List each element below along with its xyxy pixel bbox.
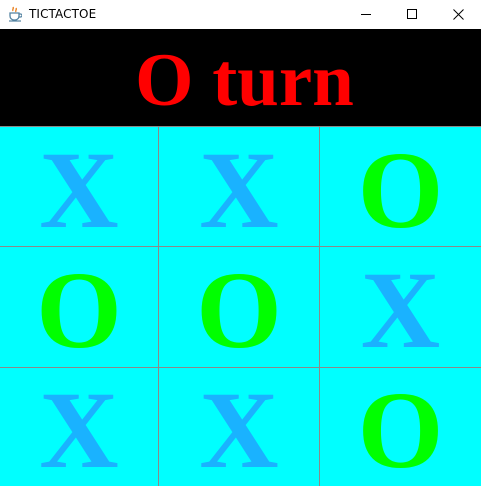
status-banner: O turn [0, 29, 481, 127]
cell-mark: O [196, 249, 282, 371]
board-cell-4[interactable]: O [0, 247, 159, 368]
cell-mark: X [39, 369, 119, 491]
cell-mark: O [357, 369, 444, 491]
cell-mark: X [39, 128, 119, 251]
close-button[interactable] [435, 0, 481, 28]
window-controls [343, 0, 481, 28]
cell-mark: X [360, 249, 441, 371]
board-cell-1[interactable]: X [0, 126, 159, 247]
java-cup-icon [7, 6, 23, 22]
board-cell-9[interactable]: O [320, 368, 481, 486]
board-cell-3[interactable]: O [320, 126, 481, 247]
window-title: TICTACTOE [29, 7, 97, 21]
cell-mark: X [199, 369, 279, 491]
cell-mark: O [357, 128, 444, 251]
board-cell-7[interactable]: X [0, 368, 159, 486]
cell-mark: O [36, 249, 122, 371]
cell-mark: X [199, 128, 279, 251]
board-cell-2[interactable]: X [159, 126, 320, 247]
board-cell-5[interactable]: O [159, 247, 320, 368]
maximize-button[interactable] [389, 0, 435, 28]
minimize-icon [361, 14, 371, 15]
minimize-button[interactable] [343, 0, 389, 28]
turn-indicator: O turn [135, 38, 354, 122]
maximize-icon [407, 9, 417, 19]
board-cell-6[interactable]: X [320, 247, 481, 368]
close-icon [452, 8, 464, 20]
game-board: X X O O O X X X O [0, 126, 481, 486]
board-cell-8[interactable]: X [159, 368, 320, 486]
window-titlebar[interactable]: TICTACTOE [0, 0, 481, 28]
